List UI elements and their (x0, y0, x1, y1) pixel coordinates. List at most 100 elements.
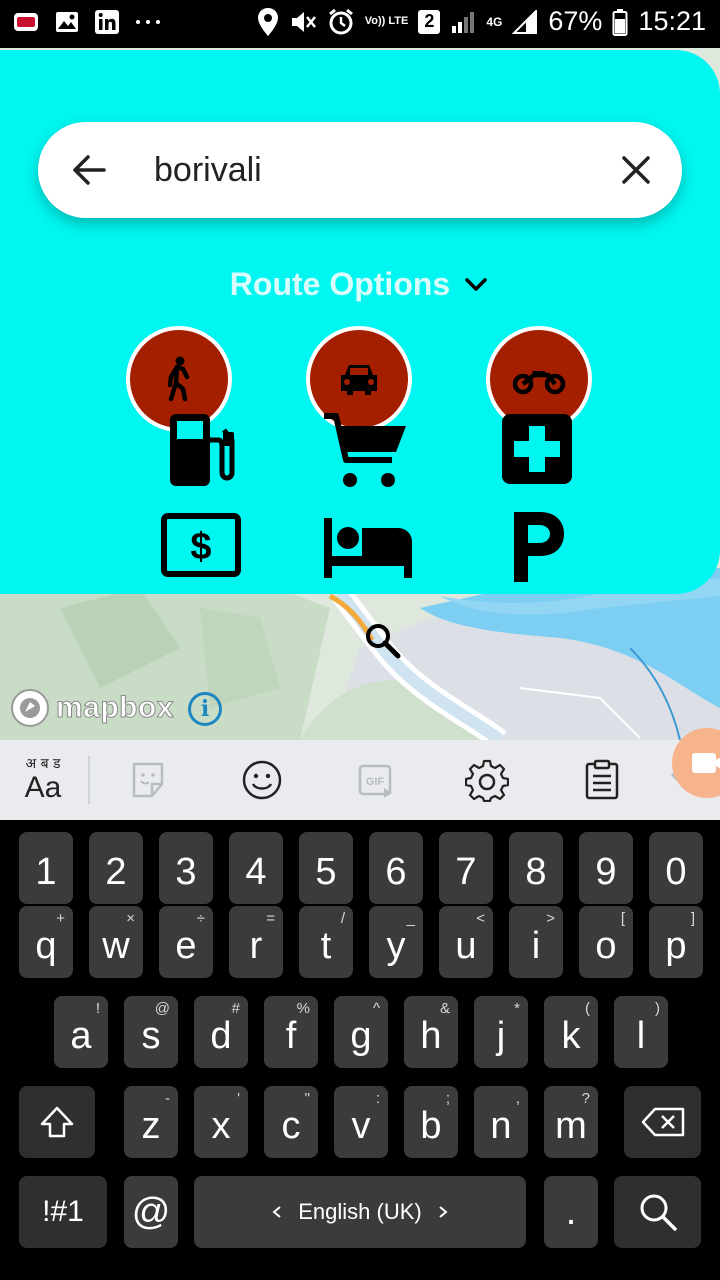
key-n[interactable]: n, (474, 1086, 528, 1158)
search-key[interactable] (614, 1176, 701, 1248)
key-s[interactable]: s @ (124, 996, 178, 1068)
key-i[interactable]: i > (509, 906, 563, 978)
key-d[interactable]: d # (194, 996, 248, 1068)
hotel-bed-icon (324, 518, 412, 578)
key-a[interactable]: a! (54, 996, 108, 1068)
key-x[interactable]: x ' (194, 1086, 248, 1158)
caret-right-icon (439, 1206, 448, 1218)
route-options-header[interactable]: Route Options (0, 266, 720, 303)
key-f[interactable]: f% (264, 996, 318, 1068)
battery-percent: 67% (548, 6, 603, 36)
key-e[interactable]: e ÷ (159, 906, 213, 978)
key-k[interactable]: k( (544, 996, 598, 1068)
network-type: 4G (486, 14, 503, 29)
atm-icon: $ (161, 513, 241, 577)
key-w-label: w (102, 924, 130, 967)
caret-left-icon (272, 1206, 281, 1218)
key-r[interactable]: r = (229, 906, 283, 978)
sticker-button[interactable] (124, 740, 172, 820)
key-u[interactable]: u < (439, 906, 493, 978)
info-icon[interactable]: i (188, 692, 222, 726)
parking-button[interactable] (510, 508, 568, 584)
key-7-label: 7 (455, 850, 477, 893)
key-d-secondary: # (231, 1000, 240, 1017)
key-w-secondary: × (126, 910, 135, 927)
key-9[interactable]: 9 (579, 832, 633, 904)
key-2-label: 2 (105, 850, 127, 893)
key-c[interactable]: c " (264, 1086, 318, 1158)
symbols-key[interactable]: !#1 (19, 1176, 107, 1248)
key-q[interactable]: q + (19, 906, 73, 978)
shift-icon (40, 1106, 74, 1138)
emoji-button[interactable] (238, 740, 286, 820)
backspace-key[interactable] (624, 1086, 701, 1158)
fuel-station-button[interactable] (166, 410, 240, 490)
clipboard-button[interactable] (578, 740, 626, 820)
at-key[interactable]: @ (124, 1176, 178, 1248)
shopping-button[interactable] (322, 410, 408, 490)
shift-key[interactable] (19, 1086, 95, 1158)
mapbox-wordmark: mapbox (55, 691, 175, 725)
hotel-button[interactable] (322, 516, 414, 580)
search-input[interactable] (154, 146, 594, 194)
more-dots-icon (134, 17, 162, 27)
period-key[interactable]: . (544, 1176, 598, 1248)
key-t[interactable]: t / (299, 906, 353, 978)
key-g[interactable]: g ^ (334, 996, 388, 1068)
back-button[interactable] (68, 148, 112, 192)
key-t-label: t (320, 924, 332, 967)
key-8[interactable]: 8 (509, 832, 563, 904)
key-v-label: v (351, 1104, 371, 1147)
key-1-label: 1 (35, 850, 57, 893)
key-a-secondary: ! (95, 1000, 100, 1017)
key-e-secondary: ÷ (196, 910, 205, 927)
key-n-secondary: , (515, 1090, 520, 1107)
key-y[interactable]: y _ (369, 906, 423, 978)
key-f-secondary: % (296, 1000, 310, 1017)
sticker-icon (132, 762, 164, 798)
hospital-button[interactable] (500, 412, 574, 486)
key-6[interactable]: 6 (369, 832, 423, 904)
key-j[interactable]: j * (474, 996, 528, 1068)
status-bar: Vo)) LTE 2 4G 67% 15:21 (0, 0, 720, 48)
key-v[interactable]: v: (334, 1086, 388, 1158)
key-b[interactable]: b; (404, 1086, 458, 1158)
search-marker-icon[interactable] (362, 620, 402, 665)
key-m[interactable]: m? (544, 1086, 598, 1158)
key-z[interactable]: z- (124, 1086, 178, 1158)
svg-text:GIF: GIF (366, 776, 385, 788)
volte-icon: Vo)) LTE (364, 15, 409, 27)
key-6-label: 6 (385, 850, 407, 893)
key-1[interactable]: 1 (19, 832, 73, 904)
language-switch-button[interactable]: अ ब ड Aa (18, 754, 68, 803)
key-5[interactable]: 5 (299, 832, 353, 904)
key-u-label: u (455, 924, 477, 967)
key-o[interactable]: o[ (579, 906, 633, 978)
key-p[interactable]: p] (649, 906, 703, 978)
key-u-secondary: < (476, 910, 485, 927)
key-7[interactable]: 7 (439, 832, 493, 904)
key-c-label: c (281, 1104, 301, 1147)
key-4[interactable]: 4 (229, 832, 283, 904)
key-w[interactable]: w × (89, 906, 143, 978)
key-j-secondary: * (514, 1000, 520, 1017)
mapbox-attribution[interactable]: mapbox (10, 688, 174, 728)
gif-button[interactable]: GIF (352, 740, 400, 820)
key-0[interactable]: 0 (649, 832, 703, 904)
clear-search-button[interactable] (614, 148, 658, 192)
key-m-secondary: ? (581, 1090, 590, 1107)
key-b-label: b (420, 1104, 442, 1147)
alarm-icon (327, 8, 355, 36)
key-h-label: h (420, 1014, 442, 1057)
key-3[interactable]: 3 (159, 832, 213, 904)
atm-button[interactable]: $ (160, 512, 242, 578)
space-key[interactable]: English (UK) (194, 1176, 526, 1248)
key-h[interactable]: h & (404, 996, 458, 1068)
shopping-cart-icon (324, 413, 406, 487)
key-x-label: x (211, 1104, 231, 1147)
key-2[interactable]: 2 (89, 832, 143, 904)
settings-button[interactable] (463, 740, 511, 820)
key-l[interactable]: l) (614, 996, 668, 1068)
walking-icon (167, 356, 190, 402)
key-f-label: f (285, 1014, 297, 1057)
